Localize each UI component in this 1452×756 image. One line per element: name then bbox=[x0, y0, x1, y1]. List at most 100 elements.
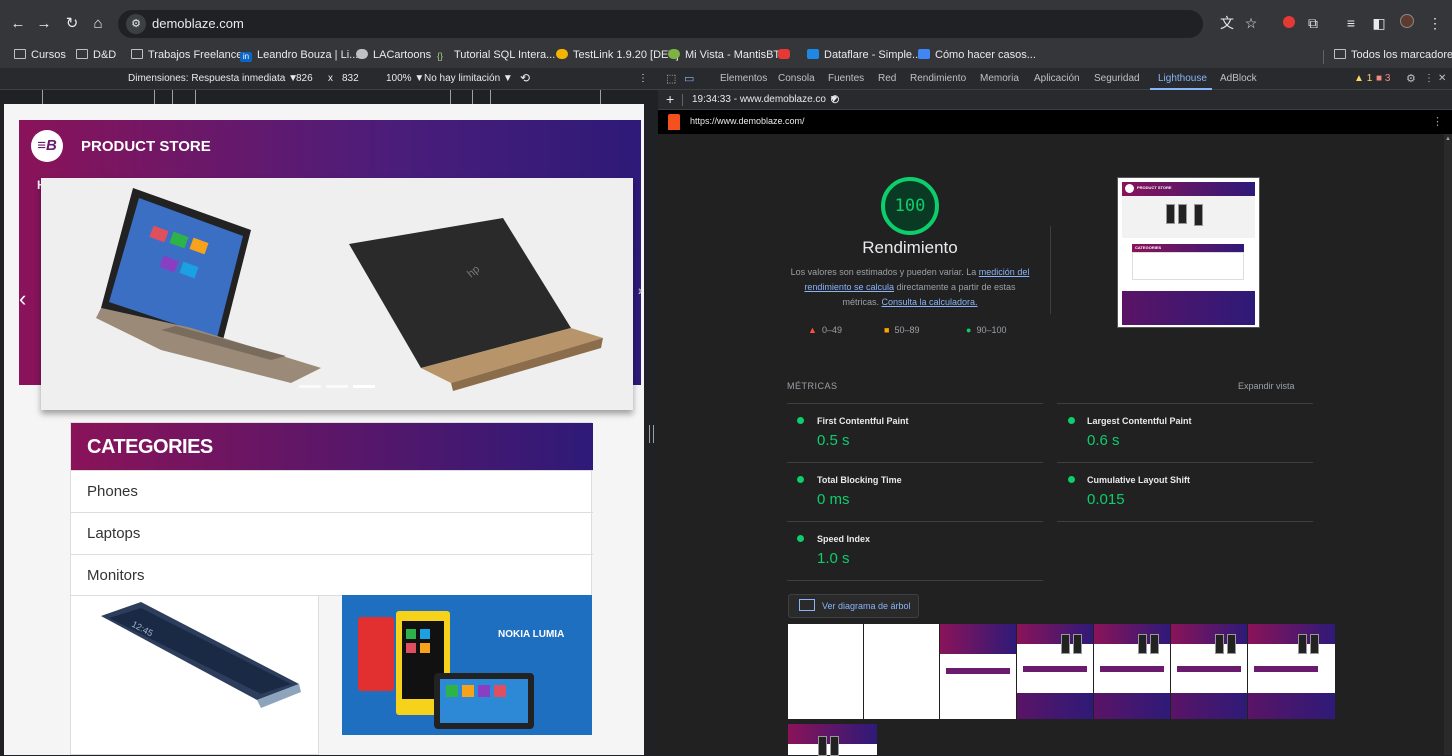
clear-reports-icon[interactable]: ⊘ bbox=[830, 92, 840, 106]
height-input[interactable]: 832 bbox=[342, 73, 359, 84]
viewport-resize-handle[interactable] bbox=[649, 425, 654, 443]
bookmark-dnd[interactable]: D&D bbox=[76, 49, 116, 61]
product-card-samsung[interactable]: 12:45 bbox=[70, 595, 319, 755]
new-report-icon[interactable]: + bbox=[666, 91, 674, 107]
frame-phone bbox=[1061, 634, 1070, 654]
tab-lighthouse[interactable]: Lighthouse bbox=[1158, 73, 1207, 84]
browser-menu-icon[interactable]: ⋮ bbox=[1426, 14, 1444, 32]
frame-phone bbox=[1073, 634, 1082, 654]
bookmark-mantis[interactable]: Mi Vista - MantisBT bbox=[668, 49, 780, 61]
errors-badge[interactable]: ■ 3 bbox=[1376, 73, 1390, 84]
address-bar[interactable]: ⚙ demoblaze.com bbox=[118, 10, 1203, 38]
all-bookmarks[interactable]: Todos los marcadores bbox=[1334, 49, 1452, 61]
bookmark-casos[interactable]: Cómo hacer casos... bbox=[918, 49, 1036, 61]
report-scrollbar[interactable]: ▲ bbox=[1444, 134, 1452, 755]
report-url[interactable]: https://www.demoblaze.com/ bbox=[690, 116, 805, 126]
bookmark-linkedin[interactable]: in Leandro Bouza | Li... bbox=[240, 49, 358, 62]
tab-fuentes[interactable]: Fuentes bbox=[828, 73, 864, 84]
back-icon[interactable]: ← bbox=[8, 14, 28, 34]
filmstrip-frame-6[interactable] bbox=[1171, 624, 1247, 719]
report-url-bar: https://www.demoblaze.com/ ⋮ bbox=[658, 110, 1452, 134]
device-menu-icon[interactable]: ⋮ bbox=[638, 73, 648, 84]
bookmark-sql[interactable]: {} Tutorial SQL Intera... bbox=[437, 49, 555, 61]
bookmark-cursos[interactable]: Cursos bbox=[14, 49, 66, 61]
devtools-settings-icon[interactable]: ⚙ bbox=[1406, 72, 1416, 85]
store-brand[interactable]: PRODUCT STORE bbox=[81, 138, 211, 155]
profile-avatar[interactable] bbox=[1398, 14, 1416, 32]
category-title: Rendimiento bbox=[862, 238, 958, 257]
treemap-button[interactable]: Ver diagrama de árbol bbox=[788, 594, 919, 618]
filmstrip-frame-5[interactable] bbox=[1094, 624, 1170, 719]
devtools-close-icon[interactable]: ✕ bbox=[1438, 73, 1446, 84]
filmstrip-frame-1[interactable] bbox=[788, 624, 863, 719]
filmstrip-frame-8[interactable] bbox=[788, 724, 877, 756]
store-logo[interactable]: ≡B bbox=[31, 130, 63, 162]
bookmark-lacartoons[interactable]: LACartoons bbox=[356, 49, 431, 61]
carousel-indicator-1[interactable] bbox=[299, 385, 321, 388]
tab-adblock[interactable]: AdBlock bbox=[1220, 73, 1257, 84]
carousel-indicator-3[interactable] bbox=[353, 385, 375, 388]
categories-title[interactable]: CATEGORIES bbox=[71, 423, 593, 470]
bookmark-star-icon[interactable]: ☆ bbox=[1242, 14, 1260, 32]
dimensions-select[interactable]: Dimensiones: Respuesta inmediata ▼ bbox=[128, 73, 298, 84]
bookmark-youtube[interactable] bbox=[778, 49, 795, 61]
lighthouse-logo-icon bbox=[668, 114, 680, 130]
filmstrip-frame-3[interactable] bbox=[940, 624, 1016, 719]
warnings-badge[interactable]: ▲ 1 bbox=[1354, 73, 1372, 84]
frame-hero bbox=[1248, 624, 1335, 644]
carousel-indicator-2[interactable] bbox=[326, 385, 348, 388]
filmstrip-frame-4[interactable] bbox=[1017, 624, 1093, 719]
product-card-nokia[interactable]: NOKIA LUMIA bbox=[342, 595, 592, 755]
ruler-tick bbox=[42, 90, 43, 104]
category-phones[interactable]: Phones bbox=[71, 470, 593, 512]
dimension-separator: x bbox=[328, 73, 333, 84]
tab-memoria[interactable]: Memoria bbox=[980, 73, 1019, 84]
measurement-link[interactable]: medición del bbox=[979, 267, 1030, 277]
bookmark-dataflare[interactable]: Dataflare - Simple... bbox=[807, 49, 921, 61]
carousel-slide[interactable]: hp bbox=[41, 178, 633, 410]
extension-adblock-icon[interactable] bbox=[1280, 14, 1298, 32]
scroll-up-icon: ▲ bbox=[1445, 136, 1451, 142]
legend-fail: ▲ 0–49 bbox=[808, 325, 842, 335]
frame-hero bbox=[940, 624, 1016, 654]
ruler-tick bbox=[600, 90, 601, 104]
carousel-prev-icon[interactable]: ‹ bbox=[19, 286, 26, 312]
tab-rendimiento[interactable]: Rendimiento bbox=[910, 73, 966, 84]
final-screenshot[interactable]: PRODUCT STORE CATEGORIES bbox=[1117, 177, 1260, 328]
translate-icon[interactable]: 文 bbox=[1218, 14, 1236, 32]
tab-aplicacion[interactable]: Aplicación bbox=[1034, 73, 1080, 84]
bookmark-testlink[interactable]: TestLink 1.9.20 [DEV] bbox=[556, 49, 679, 61]
side-panel-icon[interactable]: ◧ bbox=[1370, 14, 1388, 32]
extensions-puzzle-icon[interactable]: ⧉ bbox=[1304, 14, 1322, 32]
frame-phone bbox=[1227, 634, 1236, 654]
media-query-ruler[interactable] bbox=[0, 90, 658, 104]
tab-consola[interactable]: Consola bbox=[778, 73, 815, 84]
width-input[interactable]: 826 bbox=[296, 73, 313, 84]
category-monitors[interactable]: Monitors bbox=[71, 554, 593, 596]
home-icon[interactable]: ⌂ bbox=[88, 14, 108, 34]
tab-seguridad[interactable]: Seguridad bbox=[1094, 73, 1140, 84]
filmstrip-frame-2[interactable] bbox=[864, 624, 939, 719]
report-select[interactable]: 19:34:33 - www.demoblaze.co ▼ bbox=[692, 94, 839, 105]
devtools-menu-icon[interactable]: ⋮ bbox=[1424, 73, 1434, 84]
performance-score-gauge[interactable]: 100 bbox=[881, 177, 939, 235]
forward-icon[interactable]: → bbox=[34, 14, 54, 34]
reading-list-icon[interactable]: ≡ bbox=[1342, 14, 1360, 32]
bookmark-trabajos[interactable]: Trabajos Freelance bbox=[131, 49, 242, 61]
throttle-select[interactable]: No hay limitación ▼ bbox=[424, 73, 513, 84]
zoom-select[interactable]: 100% ▼ bbox=[386, 73, 424, 84]
inspect-element-icon[interactable]: ⬚ bbox=[666, 72, 676, 85]
report-menu-icon[interactable]: ⋮ bbox=[1432, 115, 1443, 128]
site-settings-icon[interactable]: ⚙ bbox=[126, 14, 146, 34]
category-laptops[interactable]: Laptops bbox=[71, 512, 593, 554]
filmstrip-frame-7[interactable] bbox=[1248, 624, 1335, 719]
lighthouse-toolbar: + 19:34:33 - www.demoblaze.co ▼ ⊘ bbox=[658, 90, 1452, 110]
measurement-link-2[interactable]: rendimiento se calcula bbox=[804, 282, 894, 292]
device-toolbar-toggle-icon[interactable]: ▭ bbox=[684, 72, 694, 85]
tab-elementos[interactable]: Elementos bbox=[720, 73, 767, 84]
tab-red[interactable]: Red bbox=[878, 73, 896, 84]
calculator-link[interactable]: Consulta la calculadora. bbox=[881, 297, 977, 307]
rotate-icon[interactable]: ⟲ bbox=[520, 71, 530, 85]
reload-icon[interactable]: ↻ bbox=[62, 14, 82, 34]
expand-view-toggle[interactable]: Expandir vista bbox=[1238, 381, 1295, 391]
